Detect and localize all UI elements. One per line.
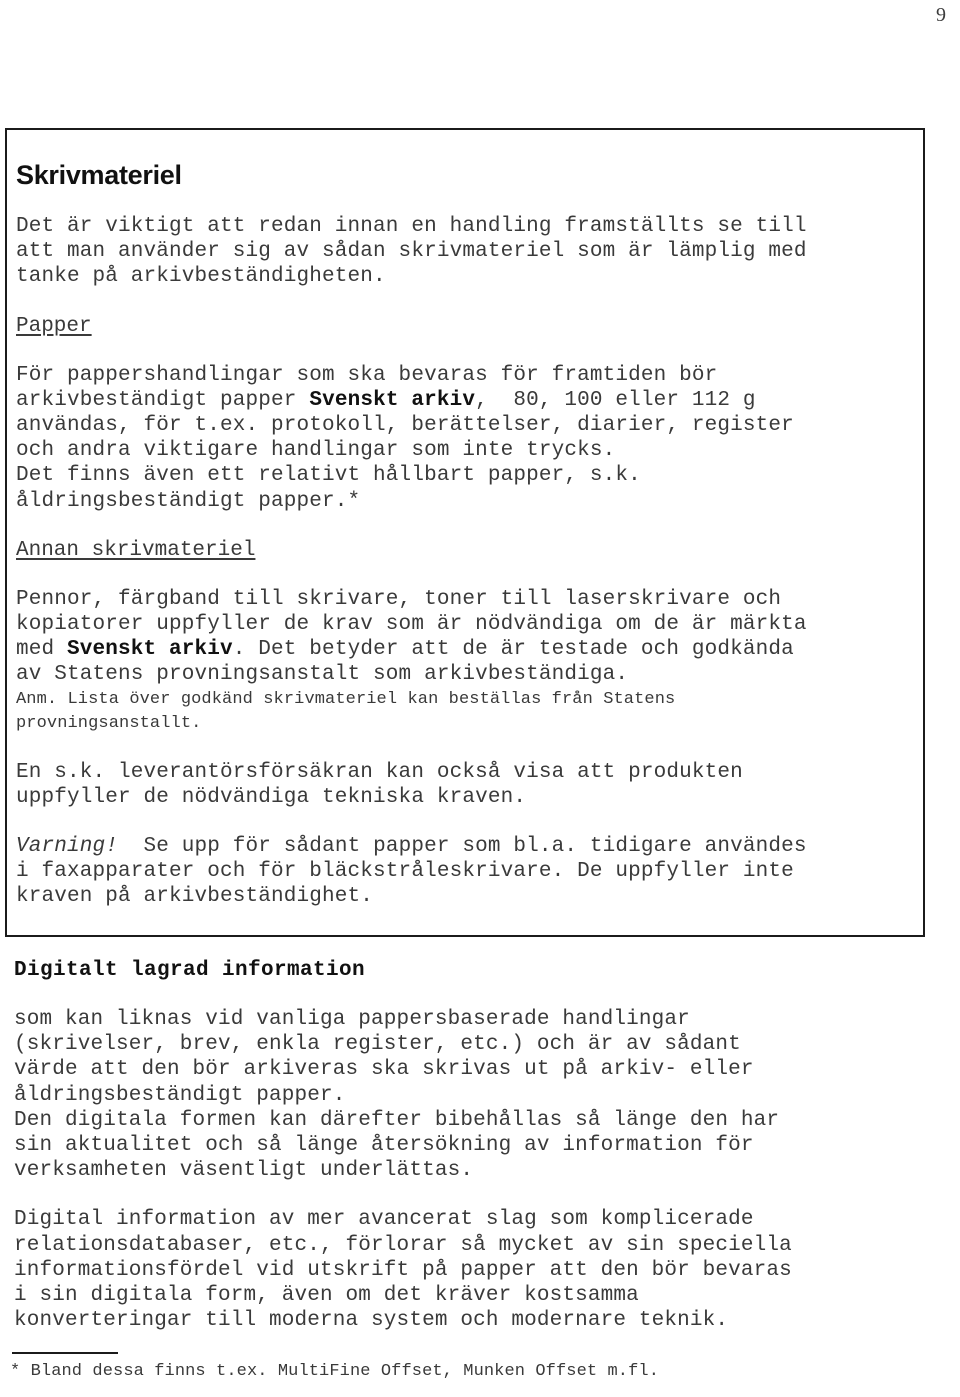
note-anm: Anm. Lista över godkänd skrivmateriel ka… bbox=[16, 689, 676, 733]
annan-brand-svenskt-arkiv: Svenskt arkiv bbox=[67, 638, 233, 662]
subheading-annan-skrivmateriel: Annan skrivmateriel bbox=[16, 538, 256, 562]
papper-line2-post: , 80, 100 eller 112 g bbox=[475, 388, 756, 412]
papper-brand-svenskt-arkiv: Svenskt arkiv bbox=[309, 388, 476, 412]
paragraph-varning: Varning! Se upp för sådant papper som bl… bbox=[16, 834, 915, 910]
varning-label: Varning! bbox=[16, 835, 119, 859]
boxed-content-inner: Skrivmateriel Det är viktigt att redan i… bbox=[7, 130, 923, 910]
subheading-papper: Papper bbox=[16, 314, 92, 338]
paragraph-papper: För pappershandlingar som ska bevaras fö… bbox=[16, 363, 915, 514]
section-heading-skrivmateriel: Skrivmateriel bbox=[16, 160, 182, 190]
page-number: 9 bbox=[936, 4, 946, 26]
boxed-content-section: Skrivmateriel Det är viktigt att redan i… bbox=[5, 128, 925, 937]
papper-line2-pre: arkivbeständigt papper bbox=[16, 388, 310, 412]
paragraph-annan-skrivmateriel: Pennor, färgband till skrivare, toner ti… bbox=[16, 587, 915, 688]
subheading-papper-wrap: Papper bbox=[16, 314, 915, 339]
subsection-annan-skrivmateriel: Annan skrivmateriel Pennor, färgband til… bbox=[16, 538, 915, 736]
papper-line1: För pappershandlingar som ska bevaras fö… bbox=[16, 363, 718, 387]
paragraph-leverantorsforsakran: En s.k. leverantörsförsäkran kan också v… bbox=[16, 760, 743, 809]
footnote-separator-rule bbox=[12, 1352, 118, 1354]
digital-section: Digitalt lagrad information som kan likn… bbox=[14, 958, 929, 1333]
footnote-area: * Bland dessa finns t.ex. MultiFine Offs… bbox=[10, 1352, 940, 1383]
subheading-annan-skrivmateriel-wrap: Annan skrivmateriel bbox=[16, 538, 915, 563]
varning-text: Se upp för sådant papper som bl.a. tidig… bbox=[16, 835, 807, 909]
paragraph-digital-1: som kan liknas vid vanliga pappersbasera… bbox=[14, 1008, 780, 1183]
papper-rest: användas, för t.ex. protokoll, berättels… bbox=[16, 414, 794, 513]
subsection-papper: Papper För pappershandlingar som ska bev… bbox=[16, 314, 915, 514]
document-page: 9 Skrivmateriel Det är viktigt att redan… bbox=[0, 0, 960, 1397]
footnote-text: * Bland dessa finns t.ex. MultiFine Offs… bbox=[10, 1362, 660, 1381]
paragraph-skrivmateriel-intro: Det är viktigt att redan innan en handli… bbox=[16, 215, 807, 289]
paragraph-digital-2: Digital information av mer avancerat sla… bbox=[14, 1208, 792, 1333]
section-heading-digitalt-lagrad-information: Digitalt lagrad information bbox=[14, 959, 366, 982]
